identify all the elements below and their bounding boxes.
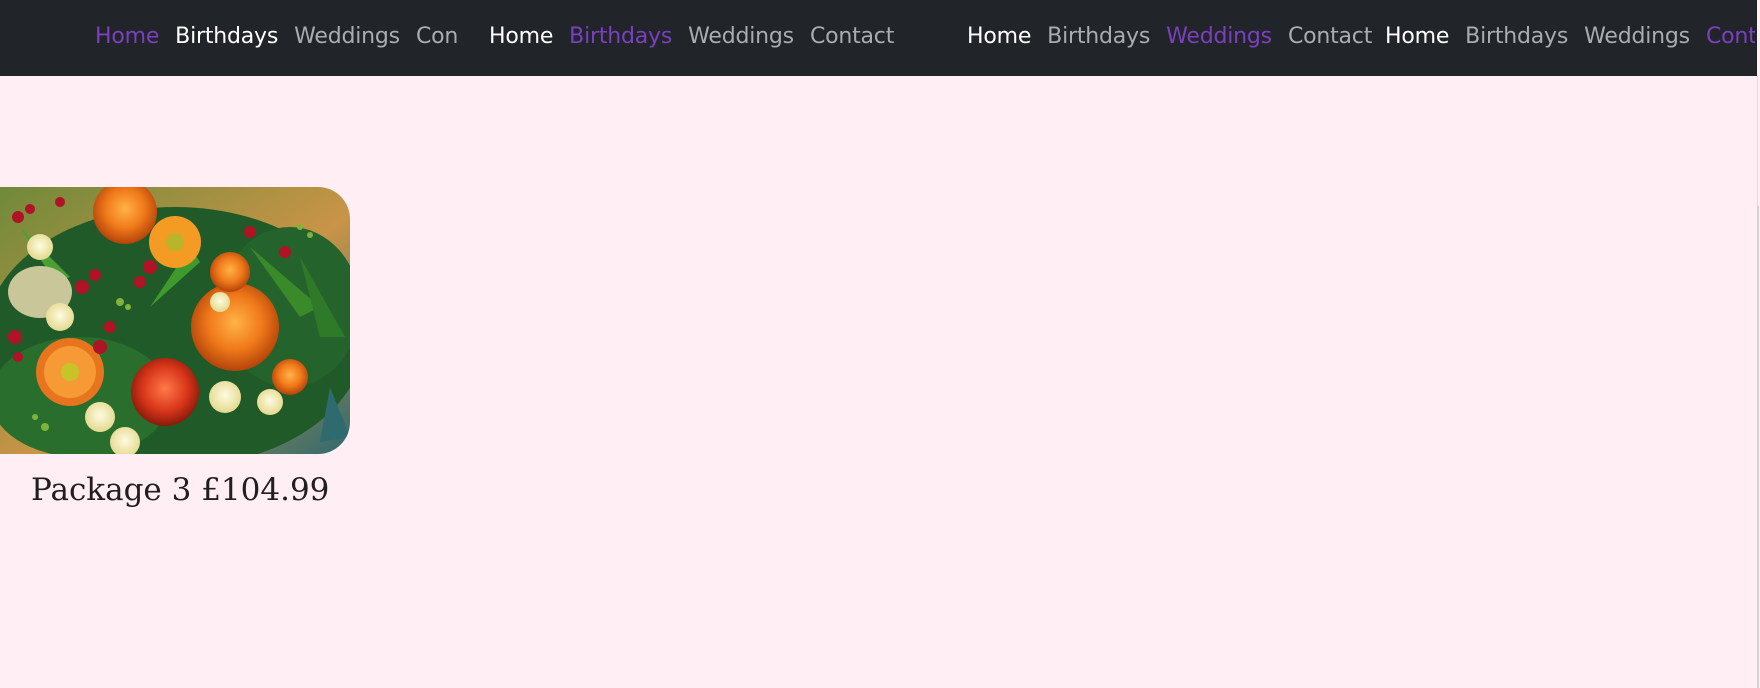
nav-link-home[interactable]: Home [967, 24, 1031, 49]
flower-bouquet-image [0, 187, 350, 454]
nav-group-4: Home Birthdays Weddings Contact [1385, 0, 1755, 72]
nav-link-home[interactable]: Home [1385, 24, 1449, 49]
nav-link-birthdays[interactable]: Birthdays [175, 24, 278, 49]
nav-link-home[interactable]: Home [95, 24, 159, 49]
nav-link-weddings[interactable]: Weddings [1584, 24, 1690, 49]
scrollbar-track[interactable] [1757, 206, 1759, 688]
nav-link-birthdays[interactable]: Birthdays [1047, 24, 1150, 49]
nav-link-weddings[interactable]: Weddings [1166, 24, 1272, 49]
package-card[interactable]: Package 3 £104.99 [0, 187, 350, 508]
top-navbar: Home Birthdays Weddings Contact Home Bir… [0, 0, 1757, 76]
nav-group-1: Home Birthdays Weddings Contact [95, 0, 457, 72]
nav-link-contact[interactable]: Contact [1706, 24, 1755, 49]
nav-link-contact[interactable]: Contact [810, 24, 894, 49]
page-edge-line [1757, 76, 1758, 206]
nav-link-weddings[interactable]: Weddings [688, 24, 794, 49]
nav-group-3: Home Birthdays Weddings Contact [967, 0, 1388, 72]
nav-link-birthdays[interactable]: Birthdays [1465, 24, 1568, 49]
nav-link-contact[interactable]: Contact [1288, 24, 1372, 49]
nav-link-contact[interactable]: Contact [416, 24, 457, 49]
nav-link-weddings[interactable]: Weddings [294, 24, 400, 49]
nav-link-birthdays[interactable]: Birthdays [569, 24, 672, 49]
nav-group-2: Home Birthdays Weddings Contact [489, 0, 910, 72]
nav-link-home[interactable]: Home [489, 24, 553, 49]
package-caption: Package 3 £104.99 [31, 472, 330, 508]
